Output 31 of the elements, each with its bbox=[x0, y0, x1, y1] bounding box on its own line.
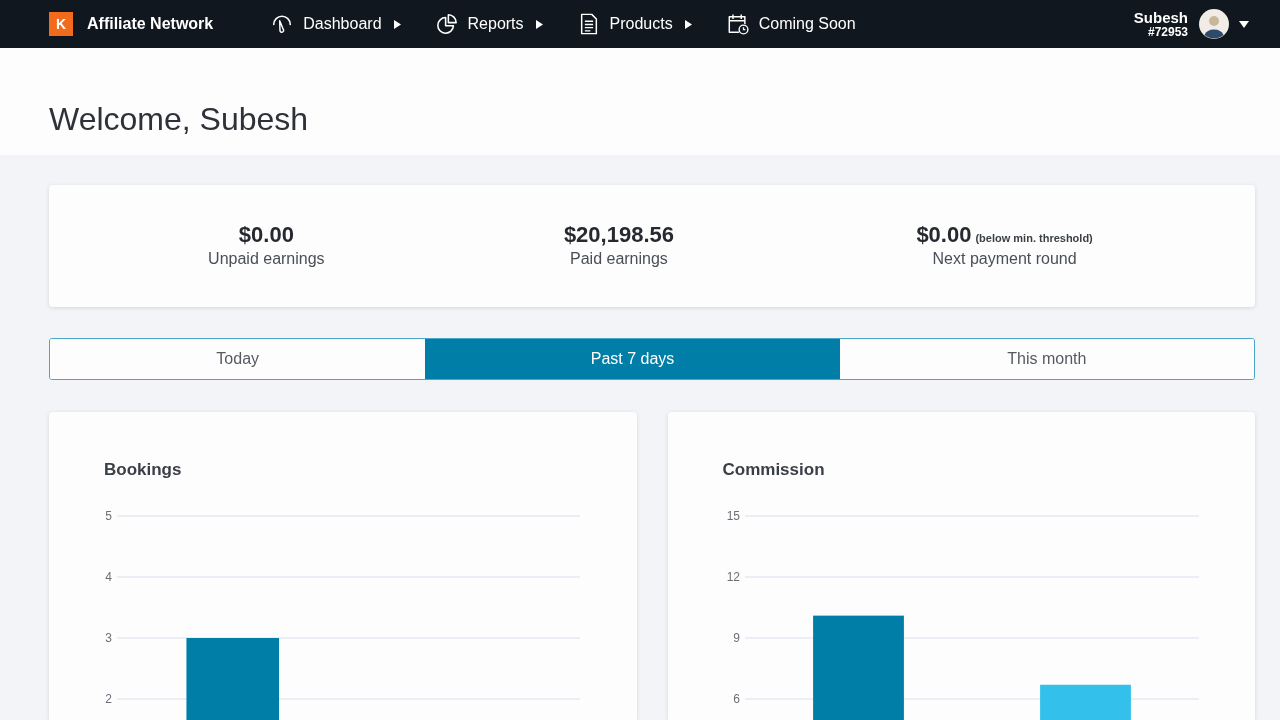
axis-tick-label: 5 bbox=[105, 509, 112, 523]
chart-title: Commission bbox=[722, 460, 825, 480]
pie-chart-icon bbox=[435, 13, 458, 35]
earnings-label: Paid earnings bbox=[570, 249, 668, 269]
axis-tick-label: 9 bbox=[732, 631, 740, 645]
calendar-clock-icon bbox=[726, 13, 749, 35]
axis-tick-label: 3 bbox=[105, 631, 112, 645]
welcome-title: Welcome, Subesh bbox=[49, 100, 309, 138]
axis-tick-label: 4 bbox=[105, 570, 112, 584]
earnings-amount: $0.00 bbox=[238, 221, 294, 249]
nav-menu-item[interactable]: Reports bbox=[435, 13, 543, 35]
earnings-amount: $0.00 bbox=[916, 221, 972, 249]
avatar-icon[interactable] bbox=[1199, 9, 1229, 39]
period-tab[interactable]: Past 7 days bbox=[425, 339, 840, 379]
earnings-label: Next payment round bbox=[932, 249, 1077, 269]
axis-tick-label: 15 bbox=[726, 509, 740, 523]
axis-tick-label: 6 bbox=[732, 692, 740, 706]
earnings-label: Unpaid earnings bbox=[208, 249, 325, 269]
chart-title: Bookings bbox=[104, 460, 182, 480]
nav-menu-item[interactable]: Dashboard bbox=[271, 13, 401, 35]
nav-menu-item[interactable]: Coming Soon bbox=[726, 13, 856, 35]
nav-menu-item[interactable]: Products bbox=[577, 13, 692, 35]
threshold-note: (below min. threshold) bbox=[975, 232, 1093, 244]
axis-tick-label: 12 bbox=[726, 570, 740, 584]
user-id: #72953 bbox=[1147, 25, 1188, 39]
brand-name: Affiliate Network bbox=[87, 15, 214, 33]
earnings-amount: $20,198.56 bbox=[563, 221, 674, 249]
caret-icon[interactable] bbox=[1239, 20, 1249, 28]
gauge-icon bbox=[271, 13, 294, 35]
axis-tick-label: 2 bbox=[105, 692, 112, 706]
user-name: Subesh bbox=[1133, 9, 1188, 26]
